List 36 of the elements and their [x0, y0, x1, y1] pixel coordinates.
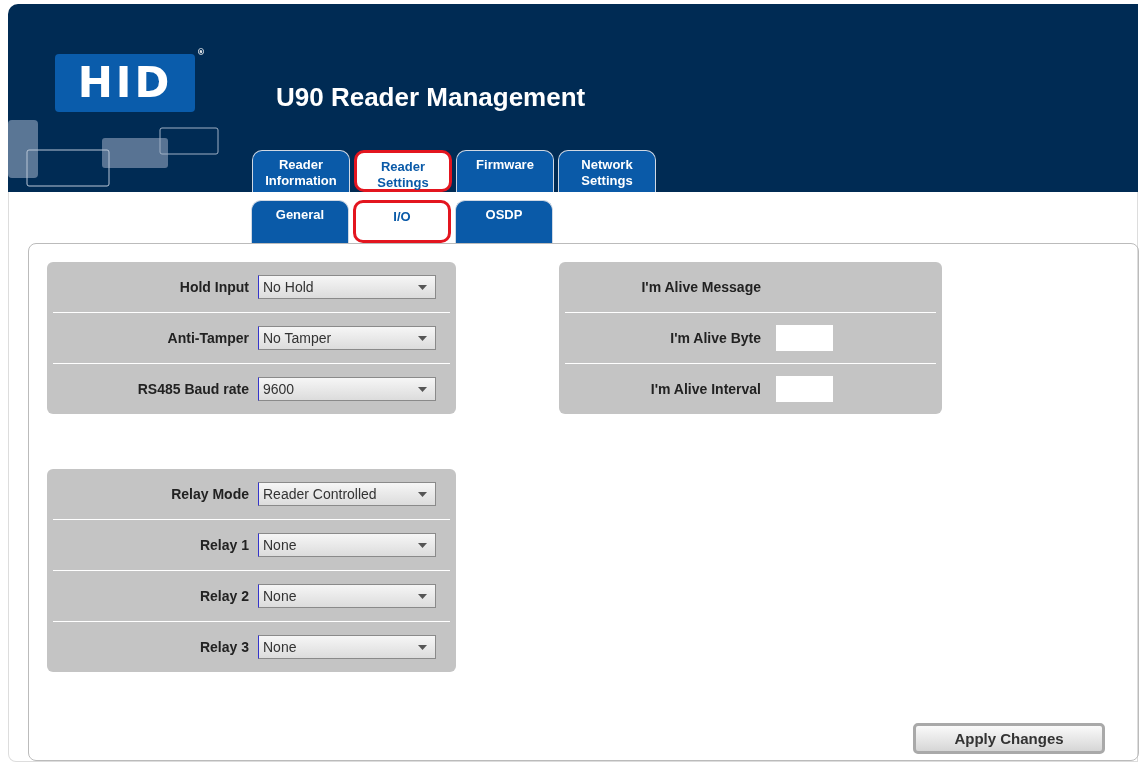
caret-icon: [418, 386, 427, 392]
field-label: Relay Mode: [170, 486, 249, 502]
field-label: Relay 3: [198, 639, 249, 655]
tab[interactable]: Reader Information: [252, 150, 350, 192]
tab[interactable]: Firmware: [456, 150, 554, 192]
dropdown[interactable]: Reader Controlled: [258, 482, 436, 506]
caret-icon: [418, 542, 427, 548]
dropdown[interactable]: None: [258, 635, 436, 659]
field-label: I'm Alive Byte: [669, 330, 761, 346]
section-heading: I'm Alive Message: [640, 279, 761, 295]
field-label: RS485 Baud rate: [136, 381, 249, 397]
tab[interactable]: Reader Settings: [354, 150, 452, 192]
subtab[interactable]: I/O: [353, 200, 451, 243]
apply-button[interactable]: Apply Changes: [913, 723, 1105, 754]
caret-icon: [418, 491, 427, 497]
caret-icon: [418, 593, 427, 599]
dropdown[interactable]: No Tamper: [258, 326, 436, 350]
tab[interactable]: Network Settings: [558, 150, 656, 192]
field-label: Hold Input: [178, 279, 249, 295]
dropdown[interactable]: None: [258, 584, 436, 608]
dropdown[interactable]: No Hold: [258, 275, 436, 299]
registered-mark: ®: [197, 47, 205, 57]
app-title: U90 Reader Management: [276, 82, 586, 113]
subtab[interactable]: OSDP: [455, 200, 553, 243]
subtab[interactable]: General: [251, 200, 349, 243]
caret-icon: [418, 644, 427, 650]
caret-icon: [418, 284, 427, 290]
field-label: I'm Alive Interval: [649, 381, 761, 397]
dropdown[interactable]: 9600: [258, 377, 436, 401]
dropdown[interactable]: None: [258, 533, 436, 557]
input-field[interactable]: [776, 325, 833, 351]
field-label: Relay 2: [198, 588, 249, 604]
input-field[interactable]: [776, 376, 833, 402]
field-label: Relay 1: [198, 537, 249, 553]
field-label: Anti-Tamper: [166, 330, 249, 346]
caret-icon: [418, 335, 427, 341]
